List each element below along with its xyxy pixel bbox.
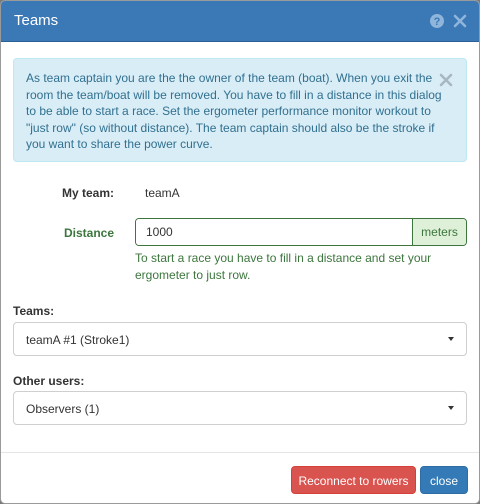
distance-input-group: meters — [135, 218, 467, 246]
other-users-select-value: Observers (1) — [26, 402, 100, 416]
teams-select[interactable]: teamA #1 (Stroke1) — [13, 322, 467, 356]
other-users-select[interactable]: Observers (1) — [13, 391, 467, 425]
dialog-header: Teams ? — [1, 1, 479, 42]
alert-message: As team captain you are the the owner of… — [26, 71, 442, 151]
my-team-label: My team: — [62, 186, 115, 200]
teams-label: Teams: — [13, 304, 55, 318]
other-users-label: Other users: — [13, 374, 85, 388]
reconnect-button[interactable]: Reconnect to rowers — [291, 466, 416, 494]
question-circle-icon[interactable]: ? — [429, 13, 445, 29]
info-alert: As team captain you are the the owner of… — [13, 58, 467, 162]
distance-input[interactable] — [136, 219, 412, 245]
caret-down-icon — [448, 337, 454, 341]
distance-help-text: To start a race you have to fill in a di… — [135, 251, 432, 282]
distance-unit-addon: meters — [412, 219, 466, 245]
close-button[interactable]: close — [420, 466, 468, 494]
close-icon[interactable] — [439, 73, 453, 87]
teams-select-value: teamA #1 (Stroke1) — [26, 333, 130, 347]
teams-dialog: Teams ? As team captain you are the the … — [0, 0, 480, 504]
my-team-value: teamA — [145, 186, 180, 200]
close-icon[interactable] — [452, 13, 468, 29]
caret-down-icon — [448, 406, 454, 410]
dialog-title: Teams — [14, 12, 59, 29]
dialog-footer: Reconnect to rowers close — [1, 452, 479, 503]
svg-text:?: ? — [434, 16, 441, 28]
distance-label: Distance — [64, 226, 115, 240]
